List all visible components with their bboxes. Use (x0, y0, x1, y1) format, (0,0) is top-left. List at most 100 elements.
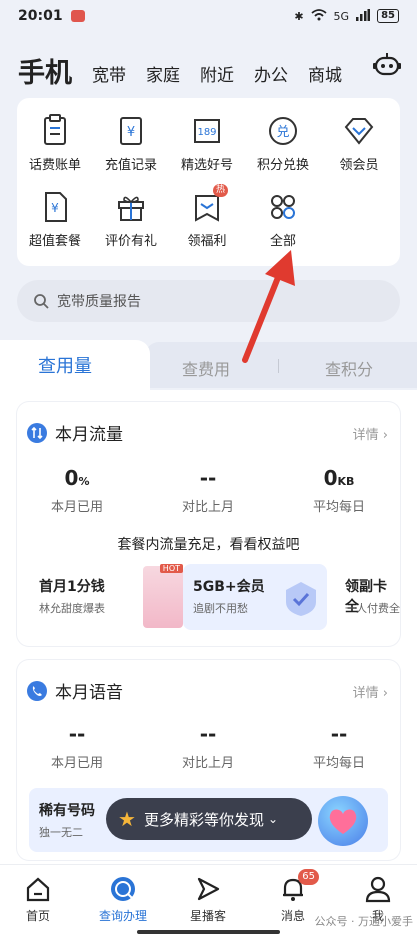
quick-item-label: 全部 (269, 234, 296, 249)
voice-avg-value: -- (330, 722, 348, 746)
tab-office[interactable]: 办公 (254, 62, 288, 90)
robot-assistant-icon[interactable] (373, 52, 401, 78)
svg-text:¥: ¥ (127, 125, 135, 140)
traffic-card-header: 本月流量 (27, 420, 123, 445)
top-nav: 手机 宽带 家庭 附近 办公 商城 (0, 46, 417, 90)
nav-home[interactable]: 首页 (8, 875, 68, 924)
quick-item-package[interactable]: ¥ 超值套餐 (17, 190, 93, 249)
tab-nearby[interactable]: 附近 (200, 62, 234, 90)
tab-usage[interactable]: 查用量 (0, 340, 150, 390)
heart-icon (329, 809, 357, 834)
nav-label: 查询办理 (98, 909, 147, 923)
quick-item-review-gift[interactable]: 评价有礼 (93, 190, 169, 249)
promo-subtitle: 追剧不用愁 (193, 602, 248, 615)
traffic-avg-unit: KB (337, 475, 355, 488)
search-bar[interactable]: 宽带质量报告 (17, 280, 400, 322)
traffic-notice: 套餐内流量充足，看看权益吧 (117, 537, 300, 553)
traffic-used-value: 0 (64, 466, 79, 490)
tab-mobile[interactable]: 手机 (18, 58, 72, 90)
voice-compare-value: -- (199, 722, 217, 746)
quick-item-label: 精选好号 (180, 158, 233, 173)
status-icons: ✱ 5G 85 (294, 8, 399, 24)
discover-more-toast[interactable]: ★ 更多精彩等你发现 ⌄ (106, 798, 312, 840)
traffic-detail-link[interactable]: 详情 › (353, 424, 388, 443)
quick-item-label: 话费账单 (28, 158, 81, 173)
promo-poster-image (143, 566, 183, 628)
status-time: 20:01 (18, 8, 63, 24)
traffic-compare-value: -- (199, 466, 217, 490)
star-icon: ★ (118, 807, 136, 831)
quick-item-label: 领福利 (187, 234, 227, 249)
floating-heart-button[interactable] (318, 796, 368, 846)
nav-label: 星播客 (189, 909, 226, 923)
voice-compare-label: 对比上月 (181, 756, 234, 771)
message-count-badge: 65 (298, 869, 319, 885)
all-grid-icon (266, 190, 300, 224)
traffic-card: 本月流量 详情 › 0% 本月已用 -- 对比上月 0KB 平均每日 套餐内流量… (17, 402, 400, 646)
quick-item-select-number[interactable]: 189 精选好号 (169, 114, 245, 173)
watermark: 公众号 · 万通小爱手 (314, 915, 414, 928)
voice-used-value: -- (68, 722, 86, 746)
promo-5gb-member[interactable]: 5GB+会员 追剧不用愁 (183, 564, 327, 630)
traffic-icon (27, 422, 47, 443)
quick-item-label: 评价有礼 (104, 234, 157, 249)
send-arrow-icon (194, 875, 222, 903)
voice-avg-stat: -- 平均每日 (279, 722, 399, 771)
search-placeholder: 宽带质量报告 (57, 294, 141, 310)
welfare-icon: 热 (190, 184, 228, 224)
bluetooth-icon: ✱ (294, 9, 304, 23)
home-indicator (137, 930, 280, 934)
wifi-icon (310, 8, 327, 24)
promo-title: 5GB+会员 (193, 579, 265, 595)
chevron-down-icon: ⌄ (267, 812, 279, 826)
traffic-avg-value: 0 (323, 466, 338, 490)
promo-sub-card[interactable]: 领副卡全 一人付费全 (335, 564, 400, 630)
hot-badge: 热 (212, 184, 228, 197)
promo-first-month[interactable]: 首月1分钱 林允甜度爆表 HOT (29, 564, 183, 630)
promo-subtitle: 独一无二 (39, 826, 83, 839)
tab-fees[interactable]: 查费用 (182, 356, 230, 380)
quick-item-welfare[interactable]: 热 领福利 (169, 184, 245, 249)
voice-title: 本月语音 (55, 683, 123, 703)
toast-text: 更多精彩等你发现 (143, 810, 264, 829)
voice-compare-stat: -- 对比上月 (148, 722, 268, 771)
svg-text:兑: 兑 (276, 125, 289, 140)
traffic-avg-stat: 0KB 平均每日 (279, 466, 399, 515)
svg-text:¥: ¥ (51, 201, 59, 215)
nav-query[interactable]: 查询办理 (93, 875, 153, 924)
quick-item-all[interactable]: 全部 (245, 190, 321, 249)
phone-icon (27, 680, 47, 701)
tab-points[interactable]: 查积分 (325, 356, 373, 380)
signal-5g: 5G (333, 9, 350, 23)
query-chat-icon (109, 875, 137, 903)
status-bar: 20:01 ✱ 5G 85 (0, 0, 417, 32)
tab-family[interactable]: 家庭 (146, 62, 180, 90)
search-icon (34, 294, 49, 309)
promo-title: 首月1分钱 (39, 579, 105, 595)
tab-broadband[interactable]: 宽带 (92, 62, 126, 90)
promo-hot-badge: HOT (159, 564, 183, 573)
home-icon (24, 875, 52, 903)
promo-subtitle: 一人付费全 (345, 602, 400, 615)
quick-item-recharge-record[interactable]: ¥ 充值记录 (93, 114, 169, 173)
quick-item-bill[interactable]: 话费账单 (17, 114, 93, 173)
traffic-avg-label: 平均每日 (312, 500, 365, 515)
number-189-icon: 189 (190, 114, 224, 148)
nav-podcast[interactable]: 星播客 (178, 875, 238, 924)
quick-item-membership[interactable]: 领会员 (321, 114, 397, 173)
gift-icon (114, 190, 148, 224)
svg-text:189: 189 (197, 127, 216, 138)
signal-bars-icon (356, 8, 371, 24)
voice-avg-label: 平均每日 (312, 756, 365, 771)
quick-item-label: 超值套餐 (28, 234, 81, 249)
quick-item-points-exchange[interactable]: 兑 积分兑换 (245, 114, 321, 173)
bell-icon: 65 (279, 869, 319, 903)
voice-used-label: 本月已用 (50, 756, 103, 771)
quick-item-label: 积分兑换 (256, 158, 309, 173)
membership-icon (342, 114, 376, 148)
voice-detail-link[interactable]: 详情 › (353, 682, 388, 701)
traffic-compare-label: 对比上月 (181, 500, 234, 515)
traffic-used-stat: 0% 本月已用 (17, 466, 137, 515)
tab-mall[interactable]: 商城 (308, 62, 342, 90)
tab-usage-label: 查用量 (38, 356, 92, 377)
